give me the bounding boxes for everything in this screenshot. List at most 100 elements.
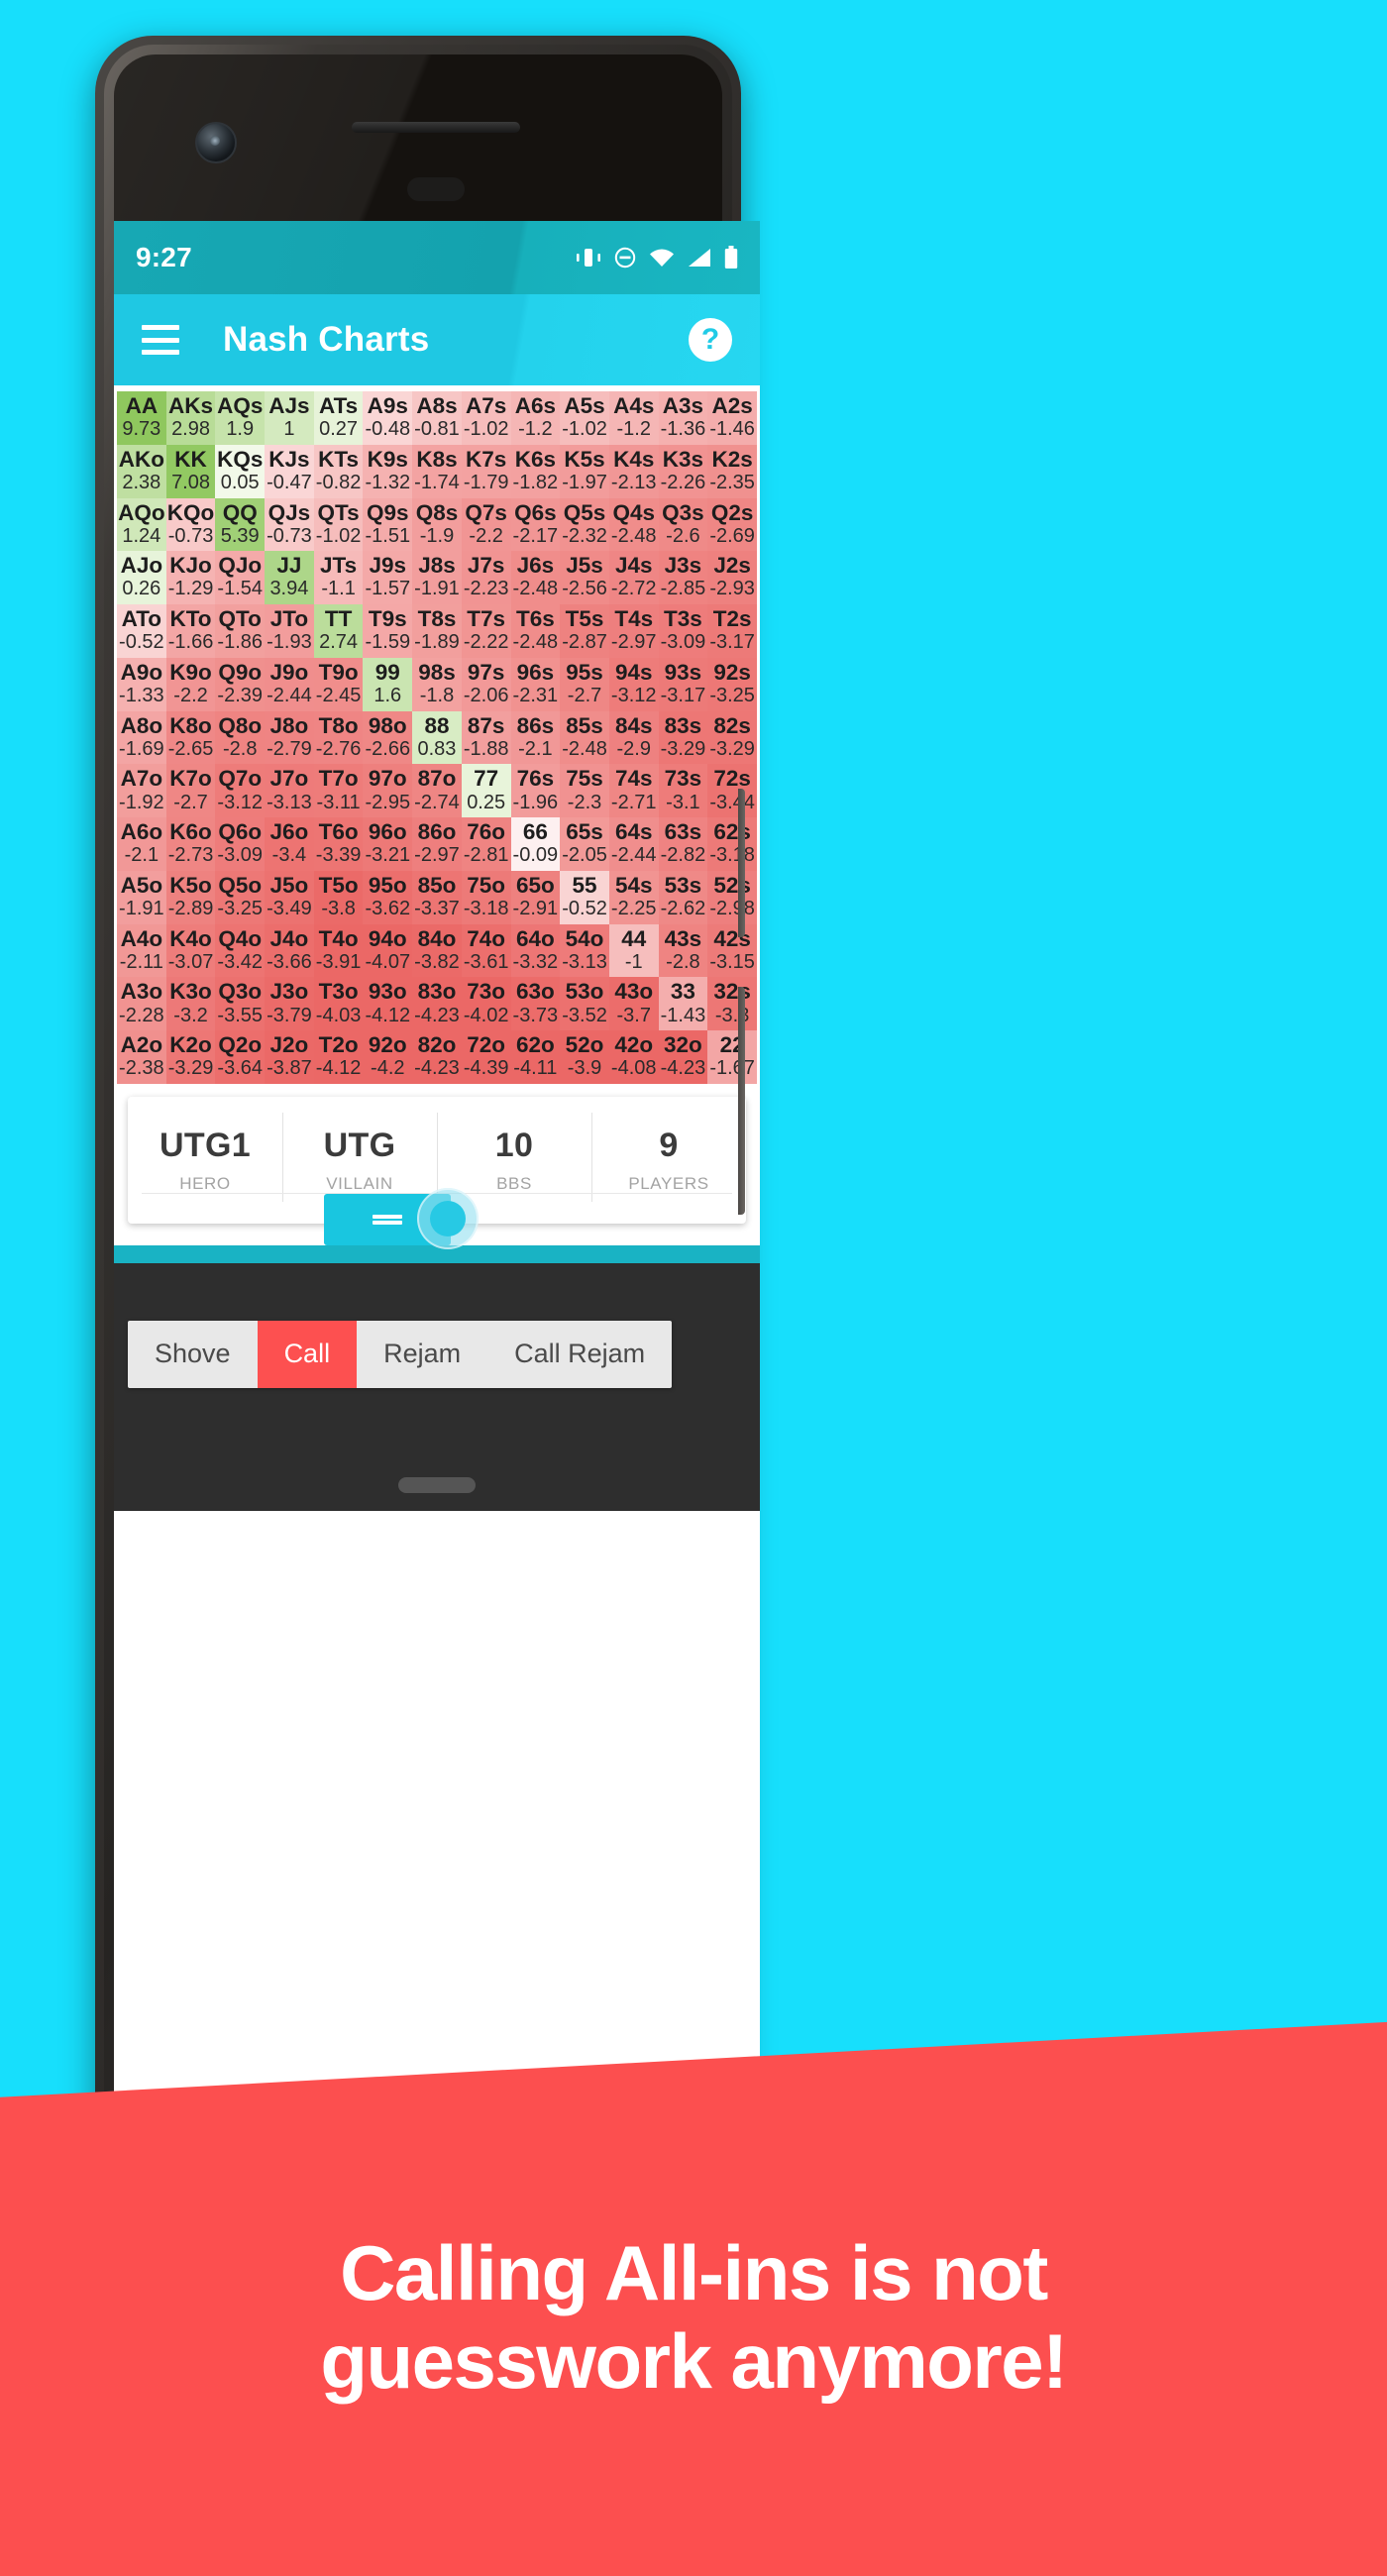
hand-cell[interactable]: 84o -3.82	[412, 923, 462, 978]
hand-cell[interactable]: A5o -1.91	[117, 870, 166, 924]
hand-cell[interactable]: 82s -3.29	[707, 710, 757, 765]
hand-cell[interactable]: 85s -2.48	[560, 710, 609, 765]
hand-cell[interactable]: A2o -2.38	[117, 1030, 166, 1084]
hand-cell[interactable]: A3s -1.36	[658, 391, 708, 445]
shove-button[interactable]: Shove	[128, 1320, 258, 1388]
hand-cell[interactable]: K7s -1.79	[461, 444, 511, 498]
hand-cell[interactable]: AQs 1.9	[215, 391, 266, 445]
hand-cell[interactable]: Q7o -3.12	[215, 764, 266, 818]
hand-cell[interactable]: QTo -1.86	[215, 604, 266, 658]
hand-cell[interactable]: T8o -2.76	[313, 710, 364, 765]
hand-cell[interactable]: J3o -3.79	[265, 977, 314, 1031]
hand-cell[interactable]: AQo 1.24	[117, 497, 166, 552]
hand-cell[interactable]: 52o -3.9	[560, 1030, 609, 1084]
hand-cell[interactable]: K7o -2.7	[165, 764, 216, 818]
hand-cell[interactable]: 55 -0.52	[560, 870, 609, 924]
hand-cell[interactable]: Q7s -2.2	[461, 497, 511, 552]
hand-cell[interactable]: T3s -3.09	[658, 604, 708, 658]
hand-cell[interactable]: A8s -0.81	[412, 391, 462, 445]
hand-cell[interactable]: 42s -3.15	[707, 923, 757, 978]
hand-cell[interactable]: A5s -1.02	[560, 391, 609, 445]
hand-cell[interactable]: 75s -2.3	[560, 764, 609, 818]
hand-cell[interactable]: Q6s -2.17	[510, 497, 561, 552]
hand-cell[interactable]: A7s -1.02	[461, 391, 511, 445]
hand-cell[interactable]: AJs 1	[265, 391, 314, 445]
hand-cell[interactable]: 97s -2.06	[461, 657, 511, 711]
hand-cell[interactable]: J8o -2.79	[265, 710, 314, 765]
hand-cell[interactable]: 87o -2.74	[412, 764, 462, 818]
nav-home-pill[interactable]	[398, 1476, 476, 1493]
hand-cell[interactable]: 76s -1.96	[510, 764, 561, 818]
hand-cell[interactable]: T9s -1.59	[363, 604, 413, 658]
hand-cell[interactable]: K6s -1.82	[510, 444, 561, 498]
hand-cell[interactable]: 65s -2.05	[560, 817, 609, 871]
hand-cell[interactable]: Q2s -2.69	[707, 497, 757, 552]
hand-cell[interactable]: 94s -3.12	[608, 657, 659, 711]
hand-cell[interactable]: J4o -3.66	[265, 923, 314, 978]
hand-cell[interactable]: 66 -0.09	[510, 817, 561, 871]
hand-cell[interactable]: Q2o -3.64	[215, 1030, 266, 1084]
hand-cell[interactable]: KTo -1.66	[165, 604, 216, 658]
hand-cell[interactable]: K4s -2.13	[608, 444, 659, 498]
hand-cell[interactable]: KQo -0.73	[165, 497, 216, 552]
hand-cell[interactable]: AKo 2.38	[117, 444, 166, 498]
hand-cell[interactable]: 96s -2.31	[510, 657, 561, 711]
hand-cell[interactable]: 77 0.25	[461, 764, 511, 818]
hand-cell[interactable]: 98s -1.8	[412, 657, 462, 711]
hand-cell[interactable]: JTo -1.93	[265, 604, 314, 658]
hand-cell[interactable]: T7s -2.22	[461, 604, 511, 658]
hand-cell[interactable]: J6o -3.4	[265, 817, 314, 871]
hand-cell[interactable]: KK 7.08	[165, 444, 216, 498]
hand-cell[interactable]: Q9s -1.51	[363, 497, 413, 552]
hand-cell[interactable]: 43s -2.8	[658, 923, 708, 978]
hand-cell[interactable]: K3o -3.2	[165, 977, 216, 1031]
hand-cell[interactable]: A8o -1.69	[117, 710, 166, 765]
hand-cell[interactable]: 63s -2.82	[658, 817, 708, 871]
hand-cell[interactable]: K2s -2.35	[707, 444, 757, 498]
hand-cell[interactable]: 62s -3.18	[707, 817, 757, 871]
hand-cell[interactable]: A6o -2.1	[117, 817, 166, 871]
hand-cell[interactable]: AA 9.73	[117, 391, 166, 445]
hand-cell[interactable]: K8s -1.74	[412, 444, 462, 498]
hand-cell[interactable]: 76o -2.81	[461, 817, 511, 871]
hand-cell[interactable]: J5s -2.56	[560, 551, 609, 605]
hand-cell[interactable]: QJo -1.54	[215, 551, 266, 605]
hand-cell[interactable]: 32s -3.3	[707, 977, 757, 1031]
hand-cell[interactable]: Q5s -2.32	[560, 497, 609, 552]
hand-cell[interactable]: 99 1.6	[363, 657, 413, 711]
hand-cell[interactable]: K4o -3.07	[165, 923, 216, 978]
hand-cell[interactable]: KJo -1.29	[165, 551, 216, 605]
hand-cell[interactable]: 92s -3.25	[707, 657, 757, 711]
hand-cell[interactable]: AKs 2.98	[165, 391, 216, 445]
hand-cell[interactable]: T6s -2.48	[510, 604, 561, 658]
hand-cell[interactable]: Q8s -1.9	[412, 497, 462, 552]
hand-cell[interactable]: Q6o -3.09	[215, 817, 266, 871]
hand-cell[interactable]: T4s -2.97	[608, 604, 659, 658]
hand-cell[interactable]: 33 -1.43	[658, 977, 708, 1031]
hand-cell[interactable]: 63o -3.73	[510, 977, 561, 1031]
hand-cell[interactable]: A9o -1.33	[117, 657, 166, 711]
hand-cell[interactable]: K5o -2.89	[165, 870, 216, 924]
hand-cell[interactable]: K9s -1.32	[363, 444, 413, 498]
hand-cell[interactable]: 74o -3.61	[461, 923, 511, 978]
bbs-slider[interactable]	[128, 1187, 746, 1257]
hand-cell[interactable]: 44 -1	[608, 923, 659, 978]
hand-cell[interactable]: T5o -3.8	[313, 870, 364, 924]
hand-cell[interactable]: K8o -2.65	[165, 710, 216, 765]
hand-cell[interactable]: A4s -1.2	[608, 391, 659, 445]
hand-cell[interactable]: 95o -3.62	[363, 870, 413, 924]
hand-cell[interactable]: J4s -2.72	[608, 551, 659, 605]
hand-cell[interactable]: KTs -0.82	[313, 444, 364, 498]
hand-cell[interactable]: J9s -1.57	[363, 551, 413, 605]
hand-cell[interactable]: 32o -4.23	[658, 1030, 708, 1084]
call-rejam-button[interactable]: Call Rejam	[487, 1320, 673, 1388]
hand-cell[interactable]: 42o -4.08	[608, 1030, 659, 1084]
hand-cell[interactable]: J3s -2.85	[658, 551, 708, 605]
hand-cell[interactable]: 72s -3.44	[707, 764, 757, 818]
hand-cell[interactable]: T6o -3.39	[313, 817, 364, 871]
hand-cell[interactable]: 72o -4.39	[461, 1030, 511, 1084]
hand-cell[interactable]: 97o -2.95	[363, 764, 413, 818]
hand-cell[interactable]: 75o -3.18	[461, 870, 511, 924]
hand-cell[interactable]: 98o -2.66	[363, 710, 413, 765]
hand-cell[interactable]: QTs -1.02	[313, 497, 364, 552]
